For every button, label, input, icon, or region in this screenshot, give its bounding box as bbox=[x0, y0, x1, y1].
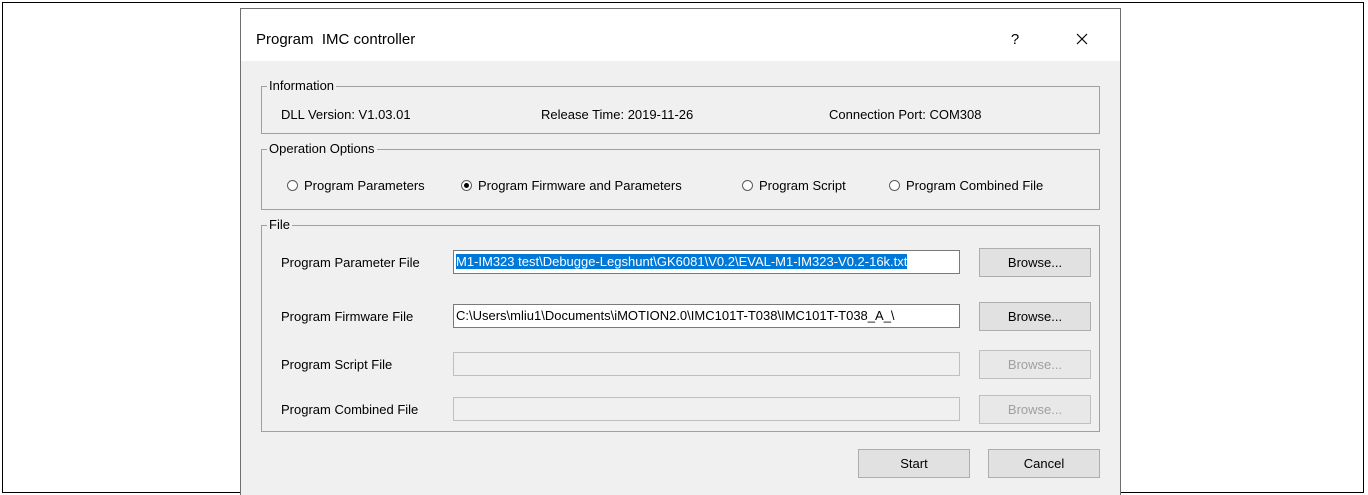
firmware-file-label: Program Firmware File bbox=[281, 309, 414, 324]
radio-label: Program Combined File bbox=[906, 178, 1044, 193]
close-button[interactable] bbox=[1059, 19, 1105, 59]
release-time-text: Release Time: 2019-11-26 bbox=[541, 107, 694, 122]
connection-port-text: Connection Port: COM308 bbox=[829, 107, 982, 122]
browse-combined-file-button: Browse... bbox=[979, 395, 1091, 424]
file-legend: File bbox=[267, 217, 292, 233]
radio-program-firmware-and-parameters[interactable]: Program Firmware and Parameters bbox=[461, 178, 682, 193]
script-file-label: Program Script File bbox=[281, 357, 393, 372]
radio-button[interactable] bbox=[742, 180, 753, 191]
radio-program-parameters[interactable]: Program Parameters bbox=[287, 178, 425, 193]
parameter-file-label: Program Parameter File bbox=[281, 255, 420, 270]
program-imc-dialog: Program IMC controller ? Information DLL… bbox=[240, 8, 1121, 495]
script-file-input bbox=[453, 352, 960, 376]
parameter-file-input[interactable]: M1-IM323 test\Debugge-Legshunt\GK6081\V0… bbox=[453, 250, 960, 274]
browse-firmware-file-button[interactable]: Browse... bbox=[979, 302, 1091, 331]
radio-label: Program Firmware and Parameters bbox=[478, 178, 682, 193]
file-group: File Program Parameter File M1-IM323 tes… bbox=[261, 217, 1100, 432]
selected-text: M1-IM323 test\Debugge-Legshunt\GK6081\V0… bbox=[456, 254, 908, 269]
information-legend: Information bbox=[267, 78, 337, 94]
help-button[interactable]: ? bbox=[992, 19, 1038, 59]
browse-script-file-button: Browse... bbox=[979, 350, 1091, 379]
close-icon bbox=[1076, 33, 1088, 45]
firmware-file-input[interactable]: C:\Users\mliu1\Documents\iMOTION2.0\IMC1… bbox=[453, 304, 960, 328]
radio-button[interactable] bbox=[287, 180, 298, 191]
radio-label: Program Parameters bbox=[304, 178, 425, 193]
dll-version-text: DLL Version: V1.03.01 bbox=[281, 107, 411, 122]
operation-options-legend: Operation Options bbox=[267, 141, 377, 157]
radio-program-script[interactable]: Program Script bbox=[742, 178, 846, 193]
browse-parameter-file-button[interactable]: Browse... bbox=[979, 248, 1091, 277]
dialog-title: Program IMC controller bbox=[256, 31, 416, 48]
information-group: Information DLL Version: V1.03.01 Releas… bbox=[261, 78, 1100, 134]
combined-file-input bbox=[453, 397, 960, 421]
cancel-button[interactable]: Cancel bbox=[988, 449, 1100, 478]
combined-file-label: Program Combined File bbox=[281, 402, 419, 417]
radio-program-combined-file[interactable]: Program Combined File bbox=[889, 178, 1043, 193]
start-button[interactable]: Start bbox=[858, 449, 970, 478]
radio-label: Program Script bbox=[759, 178, 846, 193]
operation-options-group: Operation Options Program Parameters Pro… bbox=[261, 141, 1100, 210]
radio-button-checked[interactable] bbox=[461, 180, 472, 191]
title-bar: Program IMC controller ? bbox=[241, 9, 1120, 61]
radio-button[interactable] bbox=[889, 180, 900, 191]
